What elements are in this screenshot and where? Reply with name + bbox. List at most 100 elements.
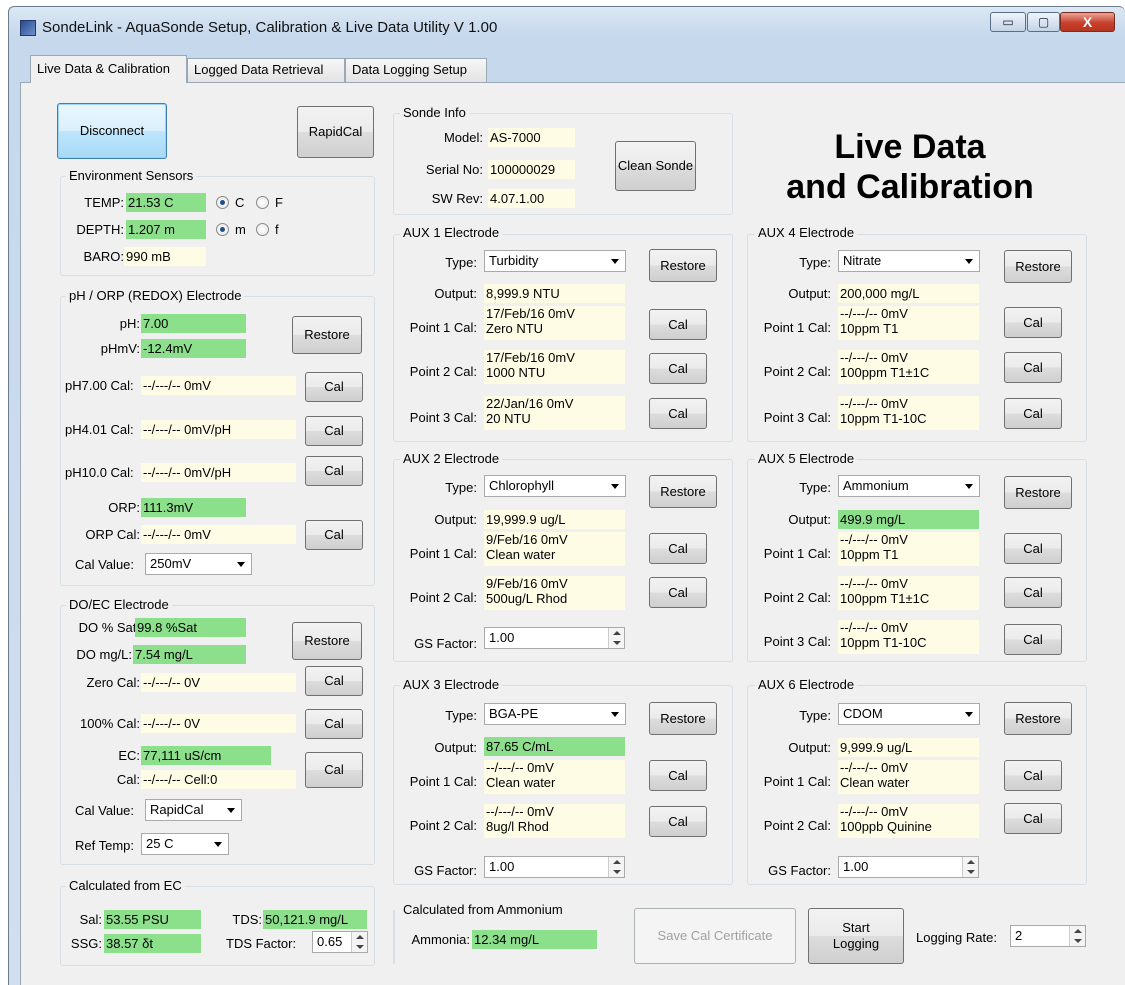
aux3-type-dropdown[interactable]: BGA-PE — [484, 703, 626, 725]
spinner-arrows-icon[interactable] — [962, 857, 978, 877]
tab-logging-setup[interactable]: Data Logging Setup — [345, 58, 487, 82]
spinner-arrows-icon[interactable] — [608, 857, 624, 877]
minimize-button[interactable]: ▭ — [990, 12, 1026, 32]
aux2-p1-cal-button[interactable]: Cal — [649, 533, 707, 564]
meters-radio[interactable] — [216, 223, 229, 236]
domg-value: 7.54 mg/L — [133, 645, 246, 664]
aux3-restore-button[interactable]: Restore — [649, 702, 717, 735]
model-label: Model: — [443, 130, 483, 145]
ec-label: EC: — [118, 748, 140, 763]
feet-radio[interactable] — [256, 223, 269, 236]
chevron-down-icon — [965, 484, 973, 489]
celsius-radio[interactable] — [216, 196, 229, 209]
close-button[interactable]: X — [1060, 12, 1115, 32]
ph-restore-button[interactable]: Restore — [292, 316, 362, 354]
aux1-type-dropdown[interactable]: Turbidity — [484, 250, 626, 272]
aux5-p3-label: Point 3 Cal: — [763, 634, 831, 649]
environment-title: Environment Sensors — [66, 168, 197, 183]
maximize-button[interactable]: ▢ — [1027, 12, 1060, 32]
rapidcal-button[interactable]: RapidCal — [297, 106, 374, 158]
clean-sonde-button[interactable]: Clean Sonde — [615, 141, 696, 191]
aux6-type-dropdown[interactable]: CDOM — [838, 703, 980, 725]
aux4-p1-value: --/---/-- 0mV 10ppm T1 — [838, 306, 979, 340]
aux3-p1-label: Point 1 Cal: — [409, 774, 477, 789]
aux5-p2-date: --/---/-- 0mV — [840, 576, 908, 591]
aux2-gs-spinner[interactable]: 1.00 — [484, 627, 625, 649]
ph4-cal-button[interactable]: Cal — [305, 416, 363, 446]
aux2-type-dropdown[interactable]: Chlorophyll — [484, 475, 626, 497]
ph10-cal-button[interactable]: Cal — [305, 456, 363, 486]
aux6-gs-text: 1.00 — [843, 859, 869, 874]
swrev-label: SW Rev: — [431, 191, 483, 206]
aux3-p1-cal-button[interactable]: Cal — [649, 760, 707, 791]
spinner-arrows-icon[interactable] — [1069, 926, 1085, 946]
aux5-restore-button[interactable]: Restore — [1004, 476, 1072, 509]
aux4-restore-button[interactable]: Restore — [1004, 250, 1072, 283]
aux5-p1-cal-button[interactable]: Cal — [1004, 533, 1062, 564]
page-heading-line1: Live Data — [834, 128, 986, 166]
aux1-title: AUX 1 Electrode — [400, 225, 503, 240]
chevron-down-icon — [965, 259, 973, 264]
zero-cal-button[interactable]: Cal — [305, 666, 363, 696]
aux2-restore-button[interactable]: Restore — [649, 475, 717, 508]
aux6-restore-button[interactable]: Restore — [1004, 702, 1072, 735]
save-cal-certificate-button[interactable]: Save Cal Certificate — [634, 908, 796, 964]
aux3-p1-value: --/---/-- 0mV Clean water — [484, 760, 625, 794]
aux6-p1-standard: Clean water — [840, 775, 910, 790]
aux6-p2-cal-button[interactable]: Cal — [1004, 803, 1062, 834]
aux2-gs-label: GS Factor: — [414, 636, 477, 651]
ec-cal-button[interactable]: Cal — [305, 752, 363, 788]
spinner-arrows-icon[interactable] — [608, 628, 624, 648]
aux5-type-dropdown[interactable]: Ammonium — [838, 475, 980, 497]
start-logging-button[interactable]: Start Logging — [808, 908, 904, 964]
aux2-title: AUX 2 Electrode — [400, 451, 503, 466]
aux1-p2-cal-button[interactable]: Cal — [649, 353, 707, 384]
orp-cal-button[interactable]: Cal — [305, 520, 363, 550]
ph7-cal-button[interactable]: Cal — [305, 372, 363, 402]
tab-logged-data[interactable]: Logged Data Retrieval — [187, 58, 345, 82]
do-restore-button[interactable]: Restore — [292, 622, 362, 660]
reftemp-dropdown[interactable]: 25 C — [141, 833, 229, 855]
orp-value: 111.3mV — [141, 498, 246, 517]
hundred-cal-button[interactable]: Cal — [305, 709, 363, 739]
ammonia-value: 12.34 mg/L — [472, 930, 597, 949]
tab-live-data[interactable]: Live Data & Calibration — [30, 55, 187, 83]
do-calvalue-dropdown[interactable]: RapidCal — [145, 799, 242, 821]
aux4-p2-value: --/---/-- 0mV 100ppm T1±1C — [838, 350, 979, 384]
aux2-p2-cal-button[interactable]: Cal — [649, 577, 707, 608]
aux1-output-label: Output: — [434, 286, 477, 301]
aux1-p2-value: 17/Feb/16 0mV 1000 NTU — [484, 350, 625, 384]
aux5-p2-cal-button[interactable]: Cal — [1004, 577, 1062, 608]
aux6-gs-spinner[interactable]: 1.00 — [838, 856, 979, 878]
aux3-gs-text: 1.00 — [489, 859, 515, 874]
aux1-p3-cal-button[interactable]: Cal — [649, 398, 707, 429]
window-title: SondeLink - AquaSonde Setup, Calibration… — [42, 19, 498, 36]
aux6-p2-date: --/---/-- 0mV — [840, 804, 908, 819]
aux3-p2-value: --/---/-- 0mV 8ug/l Rhod — [484, 804, 625, 838]
aux3-p2-cal-button[interactable]: Cal — [649, 806, 707, 837]
aux3-gs-spinner[interactable]: 1.00 — [484, 856, 625, 878]
aux1-p1-cal-button[interactable]: Cal — [649, 309, 707, 340]
ph-calvalue-dropdown[interactable]: 250mV — [145, 553, 252, 575]
fahrenheit-radio[interactable] — [256, 196, 269, 209]
do-title: DO/EC Electrode — [66, 597, 172, 612]
tds-factor-spinner[interactable]: 0.65 — [312, 931, 368, 953]
disconnect-button[interactable]: Disconnect — [57, 103, 167, 159]
aux4-p2-cal-button[interactable]: Cal — [1004, 352, 1062, 383]
spinner-arrows-icon[interactable] — [351, 932, 367, 952]
aux5-p3-cal-button[interactable]: Cal — [1004, 624, 1062, 655]
aux4-type-dropdown[interactable]: Nitrate — [838, 250, 980, 272]
aux1-p1-label: Point 1 Cal: — [409, 320, 477, 335]
aux1-p3-standard: 20 NTU — [486, 411, 531, 426]
logging-rate-spinner[interactable]: 2 — [1010, 925, 1086, 947]
aux1-restore-button[interactable]: Restore — [649, 249, 717, 282]
aux4-p3-cal-button[interactable]: Cal — [1004, 398, 1062, 429]
phmv-label: pHmV: — [100, 341, 140, 356]
aux5-title: AUX 5 Electrode — [755, 451, 858, 466]
aux6-p1-cal-button[interactable]: Cal — [1004, 760, 1062, 791]
ph7-cal-value: --/---/-- 0mV — [141, 376, 296, 395]
reftemp-text: 25 C — [146, 836, 174, 851]
aux3-p1-date: --/---/-- 0mV — [486, 760, 554, 775]
aux1-p2-label: Point 2 Cal: — [409, 364, 477, 379]
aux4-p1-cal-button[interactable]: Cal — [1004, 307, 1062, 338]
